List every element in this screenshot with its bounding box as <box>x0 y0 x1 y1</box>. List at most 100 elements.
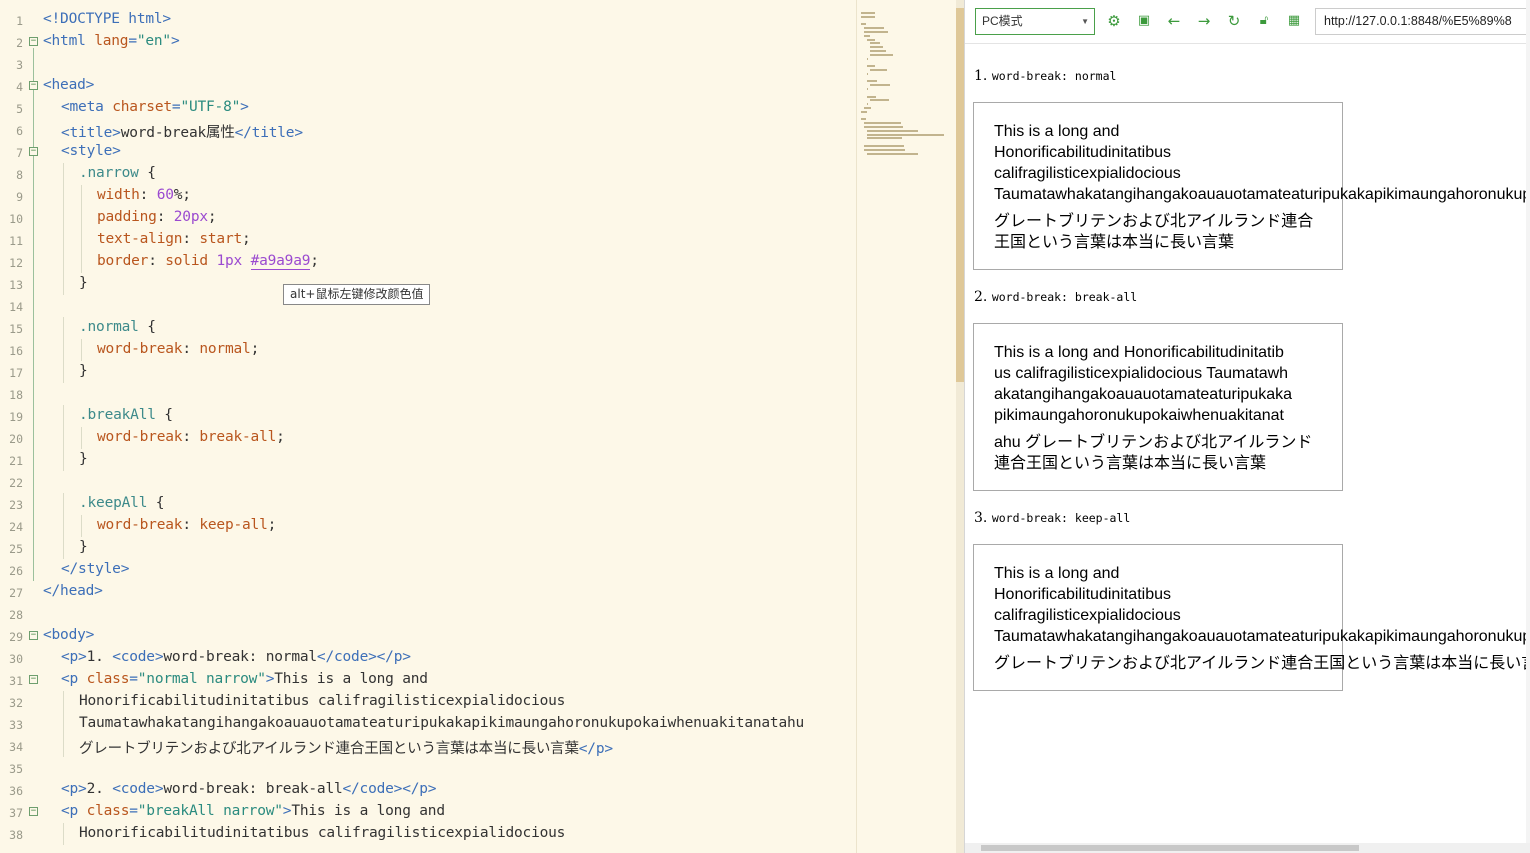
code-text: Taumatawhakatangihangakoauauotamateaturi… <box>79 715 804 731</box>
lock-icon[interactable]: 🔓︎ <box>1253 10 1275 32</box>
code-line[interactable]: 29− <body> <box>0 625 856 647</box>
indent-guide <box>63 713 64 735</box>
fold-toggle-icon[interactable]: − <box>29 81 38 90</box>
editor-scroll-thumb[interactable] <box>956 8 964 382</box>
code-text: <head> <box>43 77 94 93</box>
code-line[interactable]: 10 padding: 20px; <box>0 207 856 229</box>
refresh-icon[interactable]: ↻ <box>1223 10 1245 32</box>
preview-vertical-scrollbar[interactable] <box>1526 0 1530 843</box>
code-line[interactable]: 12 border: solid 1px #a9a9a9; <box>0 251 856 273</box>
code-text: } <box>79 275 88 291</box>
section-number: 1. <box>974 68 988 84</box>
code-line[interactable]: 7− <style> <box>0 141 856 163</box>
fold-toggle-icon[interactable]: − <box>29 807 38 816</box>
indent-guide <box>81 251 82 273</box>
preview-horizontal-scrollbar[interactable] <box>965 843 1530 853</box>
code-token: ; <box>276 429 285 445</box>
code-line[interactable]: 24 word-break: keep-all; <box>0 515 856 537</box>
line-number: 7 <box>16 146 23 160</box>
code-token: ; <box>207 209 217 225</box>
fold-toggle-icon[interactable]: − <box>29 631 38 640</box>
fold-toggle-icon[interactable]: − <box>29 675 38 684</box>
line-number: 36 <box>9 784 23 798</box>
indent-guide <box>63 823 64 845</box>
code-token: solid <box>165 253 217 269</box>
back-arrow-icon[interactable]: ← <box>1163 10 1185 32</box>
fold-toggle-icon[interactable]: − <box>29 147 38 156</box>
code-token: "breakAll narrow" <box>137 803 283 819</box>
code-line[interactable]: 17} <box>0 361 856 383</box>
code-token: Taumatawhakatangihangakoauauotamateaturi… <box>79 715 805 731</box>
indent-guide <box>63 449 64 471</box>
code-line[interactable]: 8 .narrow { <box>0 163 856 185</box>
browser-preview: PC模式 ▼ ⚙ ▣ ← → ↻ 🔓︎ ▦ http://127.0.0.1:8… <box>964 0 1530 853</box>
code-token: <title> <box>61 125 121 141</box>
code-line[interactable]: 35 <box>0 757 856 779</box>
code-line[interactable]: 19 .breakAll { <box>0 405 856 427</box>
code-line[interactable]: 38 Honorificabilitudinitatibus califragil… <box>0 823 856 845</box>
code-line[interactable]: 32 Honorificabilitudinitatibus califragil… <box>0 691 856 713</box>
code-line[interactable]: 11 text-align: start; <box>0 229 856 251</box>
minimap[interactable] <box>856 0 956 853</box>
code-token: { <box>138 165 156 181</box>
code-text: } <box>79 451 88 467</box>
settings-icon[interactable]: ⚙ <box>1103 10 1125 32</box>
code-editor[interactable]: 1 <!DOCTYPE html> 2− <html lang="en"> 3 4− <he… <box>0 0 856 853</box>
code-line[interactable]: 23 .keepAll { <box>0 493 856 515</box>
code-line[interactable]: 4− <head> <box>0 75 856 97</box>
line-number: 32 <box>9 696 23 710</box>
code-line[interactable]: 3 <box>0 53 856 75</box>
code-line[interactable]: 30 <p>1. <code>word-break: normal</code><… <box>0 647 856 669</box>
code-line[interactable]: 20 word-break: break-all; <box>0 427 856 449</box>
code-line[interactable]: 37− <p class="breakAll narrow">This is a … <box>0 801 856 823</box>
minimap-line <box>867 65 876 68</box>
code-text: border: solid 1px #a9a9a9; <box>97 253 319 270</box>
code-line[interactable]: 18 <box>0 383 856 405</box>
terminal-icon[interactable]: ▣ <box>1133 10 1155 32</box>
device-mode-select[interactable]: PC模式 ▼ <box>975 8 1095 35</box>
code-token: { <box>155 407 173 423</box>
code-line[interactable]: 22 <box>0 471 856 493</box>
chevron-down-icon: ▼ <box>1081 17 1089 26</box>
url-bar[interactable]: http://127.0.0.1:8848/%E5%89%8 <box>1315 8 1529 35</box>
minimap-line <box>870 53 894 56</box>
code-line[interactable]: 25} <box>0 537 856 559</box>
code-line[interactable]: 6 <title>word-break属性</title> <box>0 119 856 141</box>
code-line[interactable]: 16 word-break: normal; <box>0 339 856 361</box>
code-line[interactable]: 34 グレートブリテンおよび北アイルランド連合王国という言葉は本当に長い言葉</p… <box>0 735 856 757</box>
code-line[interactable]: 28 <box>0 603 856 625</box>
section-heading: 3. word-break: keep-all <box>974 510 1130 526</box>
code-line[interactable]: 27 </head> <box>0 581 856 603</box>
line-number: 16 <box>9 344 23 358</box>
forward-arrow-icon[interactable]: → <box>1193 10 1215 32</box>
code-token: = <box>129 671 138 687</box>
minimap-line <box>864 122 901 125</box>
code-line[interactable]: 33 Taumatawhakatangihangakoauauotamateatu… <box>0 713 856 735</box>
code-text: <p class="breakAll narrow">This is a lon… <box>61 803 445 819</box>
code-line[interactable]: 1 <!DOCTYPE html> <box>0 9 856 31</box>
code-text: word-break: keep-all; <box>97 517 276 533</box>
line-number: 14 <box>9 300 23 314</box>
fold-toggle-icon[interactable]: − <box>29 37 38 46</box>
editor-vertical-scrollbar[interactable] <box>956 0 964 853</box>
minimap-line <box>867 137 903 140</box>
paragraph-line: Taumatawhakatangihangakoauauotamateaturi… <box>994 186 1530 203</box>
indent-guide <box>63 163 64 185</box>
qr-code-icon[interactable]: ▦ <box>1283 10 1305 32</box>
line-number: 1 <box>16 14 23 28</box>
code-token: : <box>148 253 166 269</box>
minimap-line <box>870 69 888 71</box>
minimap-line <box>867 57 868 60</box>
preview-scroll-thumb[interactable] <box>981 845 1359 851</box>
code-token: ; <box>242 231 251 247</box>
code-line[interactable]: 5 <meta charset="UTF-8"> <box>0 97 856 119</box>
code-line[interactable]: 21} <box>0 449 856 471</box>
code-line[interactable]: 2− <html lang="en"> <box>0 31 856 53</box>
code-line[interactable]: 31− <p class="normal narrow">This is a lo… <box>0 669 856 691</box>
line-number: 33 <box>9 718 23 732</box>
code-line[interactable]: 9 width: 60%; <box>0 185 856 207</box>
code-line[interactable]: 15 .normal { <box>0 317 856 339</box>
code-token: <style> <box>61 143 121 159</box>
code-line[interactable]: 26 </style> <box>0 559 856 581</box>
code-line[interactable]: 36 <p>2. <code>word-break: break-all</cod… <box>0 779 856 801</box>
